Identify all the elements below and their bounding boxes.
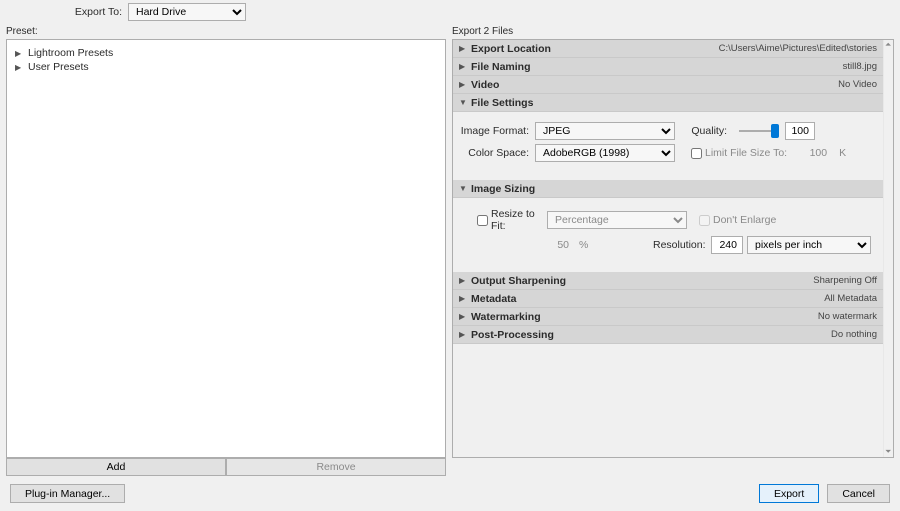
- image-format-label: Image Format:: [459, 125, 535, 137]
- preset-folder-label: User Presets: [28, 61, 89, 73]
- resize-mode-select[interactable]: Percentage: [547, 211, 687, 229]
- export-count-title: Export 2 Files: [452, 24, 894, 39]
- section-title: File Naming: [471, 61, 531, 73]
- section-export-location[interactable]: ▶ Export Location C:\Users\Aime\Pictures…: [453, 40, 883, 58]
- section-title: Video: [471, 79, 499, 91]
- color-space-label: Color Space:: [459, 147, 535, 159]
- export-to-select[interactable]: Hard Drive: [128, 3, 246, 21]
- preset-folder-label: Lightroom Presets: [28, 47, 113, 59]
- resize-to-fit-label: Resize to Fit:: [491, 208, 547, 232]
- triangle-down-icon: ▼: [459, 98, 467, 107]
- triangle-right-icon: ▶: [459, 294, 467, 303]
- section-summary: Sharpening Off: [813, 275, 877, 286]
- triangle-right-icon: ▶: [459, 330, 467, 339]
- section-image-sizing[interactable]: ▼ Image Sizing: [453, 180, 883, 198]
- section-summary: All Metadata: [824, 293, 877, 304]
- scrollbar[interactable]: [883, 40, 893, 457]
- quality-label: Quality:: [691, 125, 733, 137]
- triangle-right-icon: ▶: [459, 80, 467, 89]
- section-metadata[interactable]: ▶ Metadata All Metadata: [453, 290, 883, 308]
- section-title: Image Sizing: [471, 183, 535, 195]
- percent-unit: %: [579, 239, 588, 251]
- dont-enlarge-checkbox: [699, 215, 710, 226]
- section-title: Post-Processing: [471, 329, 554, 341]
- triangle-down-icon: ▼: [459, 184, 467, 193]
- resolution-label: Resolution:: [653, 239, 711, 251]
- section-title: Output Sharpening: [471, 275, 566, 287]
- section-file-settings[interactable]: ▼ File Settings: [453, 94, 883, 112]
- dont-enlarge-label: Don't Enlarge: [713, 214, 776, 226]
- section-video[interactable]: ▶ Video No Video: [453, 76, 883, 94]
- preset-folder-user[interactable]: ▶ User Presets: [11, 60, 441, 74]
- section-title: Export Location: [471, 43, 551, 55]
- triangle-right-icon: ▶: [15, 63, 24, 72]
- preset-label: Preset:: [6, 24, 446, 39]
- color-space-select[interactable]: AdobeRGB (1998): [535, 144, 675, 162]
- preset-list[interactable]: ▶ Lightroom Presets ▶ User Presets: [6, 39, 446, 458]
- image-format-select[interactable]: JPEG: [535, 122, 675, 140]
- triangle-right-icon: ▶: [459, 312, 467, 321]
- triangle-right-icon: ▶: [459, 62, 467, 71]
- section-watermarking[interactable]: ▶ Watermarking No watermark: [453, 308, 883, 326]
- resolution-input[interactable]: [711, 236, 743, 254]
- quality-input[interactable]: [785, 122, 815, 140]
- limit-filesize-label: Limit File Size To:: [705, 147, 787, 159]
- section-summary: Do nothing: [831, 329, 877, 340]
- section-output-sharpening[interactable]: ▶ Output Sharpening Sharpening Off: [453, 272, 883, 290]
- quality-slider[interactable]: [739, 123, 779, 139]
- triangle-right-icon: ▶: [15, 49, 24, 58]
- limit-filesize-value: 100: [797, 147, 827, 159]
- resize-to-fit-checkbox[interactable]: [477, 215, 488, 226]
- section-title: Watermarking: [471, 311, 541, 323]
- limit-filesize-unit: K: [839, 147, 846, 159]
- section-title: File Settings: [471, 97, 533, 109]
- percent-value: 50: [545, 239, 569, 251]
- section-file-naming[interactable]: ▶ File Naming still8.jpg: [453, 58, 883, 76]
- plugin-manager-button[interactable]: Plug-in Manager...: [10, 484, 125, 503]
- section-summary: No watermark: [818, 311, 877, 322]
- export-to-label: Export To:: [0, 6, 128, 18]
- cancel-button[interactable]: Cancel: [827, 484, 890, 503]
- section-post-processing[interactable]: ▶ Post-Processing Do nothing: [453, 326, 883, 344]
- section-title: Metadata: [471, 293, 517, 305]
- triangle-right-icon: ▶: [459, 276, 467, 285]
- preset-folder-lightroom[interactable]: ▶ Lightroom Presets: [11, 46, 441, 60]
- section-summary: still8.jpg: [843, 61, 877, 72]
- section-summary: C:\Users\Aime\Pictures\Edited\stories: [719, 43, 877, 54]
- section-summary: No Video: [838, 79, 877, 90]
- triangle-right-icon: ▶: [459, 44, 467, 53]
- remove-preset-button: Remove: [226, 458, 446, 476]
- add-preset-button[interactable]: Add: [6, 458, 226, 476]
- resolution-unit-select[interactable]: pixels per inch: [747, 236, 871, 254]
- limit-filesize-checkbox[interactable]: [691, 148, 702, 159]
- export-button[interactable]: Export: [759, 484, 819, 503]
